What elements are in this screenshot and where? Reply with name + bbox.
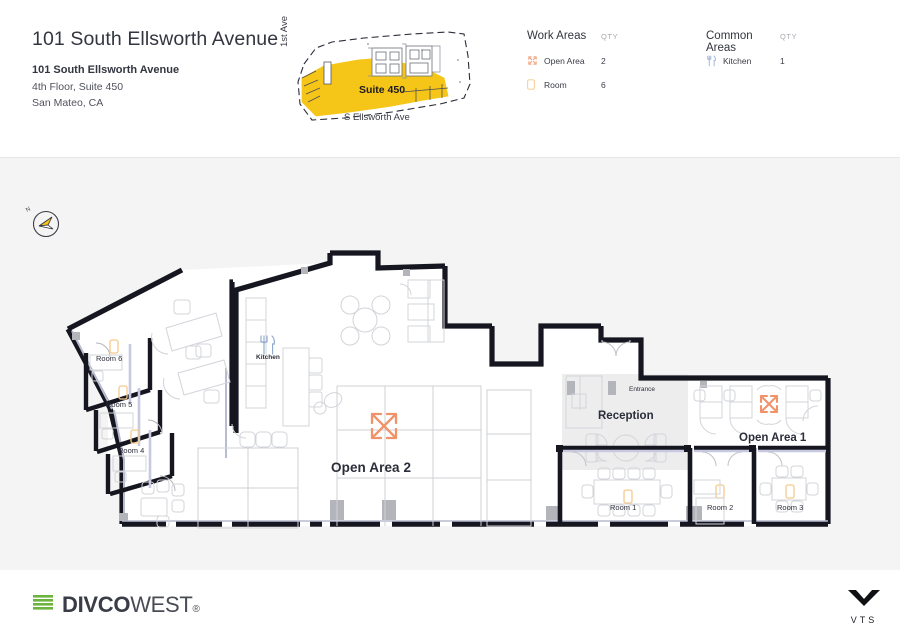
legend-item-room[interactable]: Room 6 — [527, 75, 687, 94]
legend-item-qty: 1 — [780, 55, 785, 66]
divcowest-wordmark: DIVCOWEST® — [62, 592, 200, 618]
suite-floor-fill — [68, 254, 828, 526]
address-line-3: San Mateo, CA — [32, 97, 104, 110]
legend-item-qty: 2 — [601, 55, 606, 66]
west-light-text: WEST — [130, 592, 193, 617]
divcowest-logo[interactable]: DIVCOWEST® — [33, 592, 200, 618]
building-core — [371, 45, 433, 77]
room-icon — [527, 79, 544, 90]
kitchen-icon — [706, 55, 723, 67]
vts-wordmark: VTS — [850, 615, 878, 625]
legend-item-label: Kitchen — [723, 55, 752, 66]
title-block: 101 South Ellsworth Avenue 101 South Ell… — [32, 28, 282, 111]
vts-mark-icon — [848, 584, 880, 612]
legend-group-title: Work Areas — [527, 30, 587, 42]
suite-label: Suite 450 — [359, 84, 405, 96]
legend-qty-header: QTY — [780, 32, 798, 41]
compass-rose: N — [22, 200, 72, 242]
divco-bars-icon — [33, 593, 53, 618]
legend-qty-header: QTY — [601, 32, 619, 41]
street-label-s-ellsworth-ave: S Ellsworth Ave — [344, 112, 410, 123]
legend-header: Work Areas QTY — [527, 30, 687, 46]
vts-logo[interactable]: VTS — [840, 584, 888, 625]
divco-bold-text: DIVCO — [62, 592, 131, 617]
legend-common-areas: Common Areas QTY Kitchen 1 — [706, 30, 866, 70]
legend-item-open-area[interactable]: Open Area 2 — [527, 51, 687, 70]
page-title: 101 South Ellsworth Avenue — [32, 28, 279, 50]
address-line-2: 4th Floor, Suite 450 — [32, 80, 124, 93]
legend-header: Common Areas QTY — [706, 30, 866, 54]
registered-mark: ® — [192, 604, 200, 615]
legend-item-label: Open Area — [544, 55, 585, 66]
compass-north-label: N — [25, 206, 32, 213]
footer: DIVCOWEST® VTS — [0, 570, 900, 640]
legend-work-areas: Work Areas QTY Open Area 2 Room 6 — [527, 30, 687, 94]
floor-plan-canvas[interactable]: N Room 6 Room 5 Room 4 Kitchen Open Area… — [0, 158, 900, 570]
legend-group-title: Common Areas — [706, 30, 753, 54]
legend-item-qty: 6 — [601, 79, 606, 90]
header: 101 South Ellsworth Avenue 101 South Ell… — [0, 0, 900, 158]
legend-item-label: Room — [544, 79, 567, 90]
address-line-1: 101 South Ellsworth Avenue — [32, 64, 180, 77]
open-area-icon — [527, 55, 544, 66]
street-label-1st-ave: 1st Ave — [279, 16, 290, 47]
